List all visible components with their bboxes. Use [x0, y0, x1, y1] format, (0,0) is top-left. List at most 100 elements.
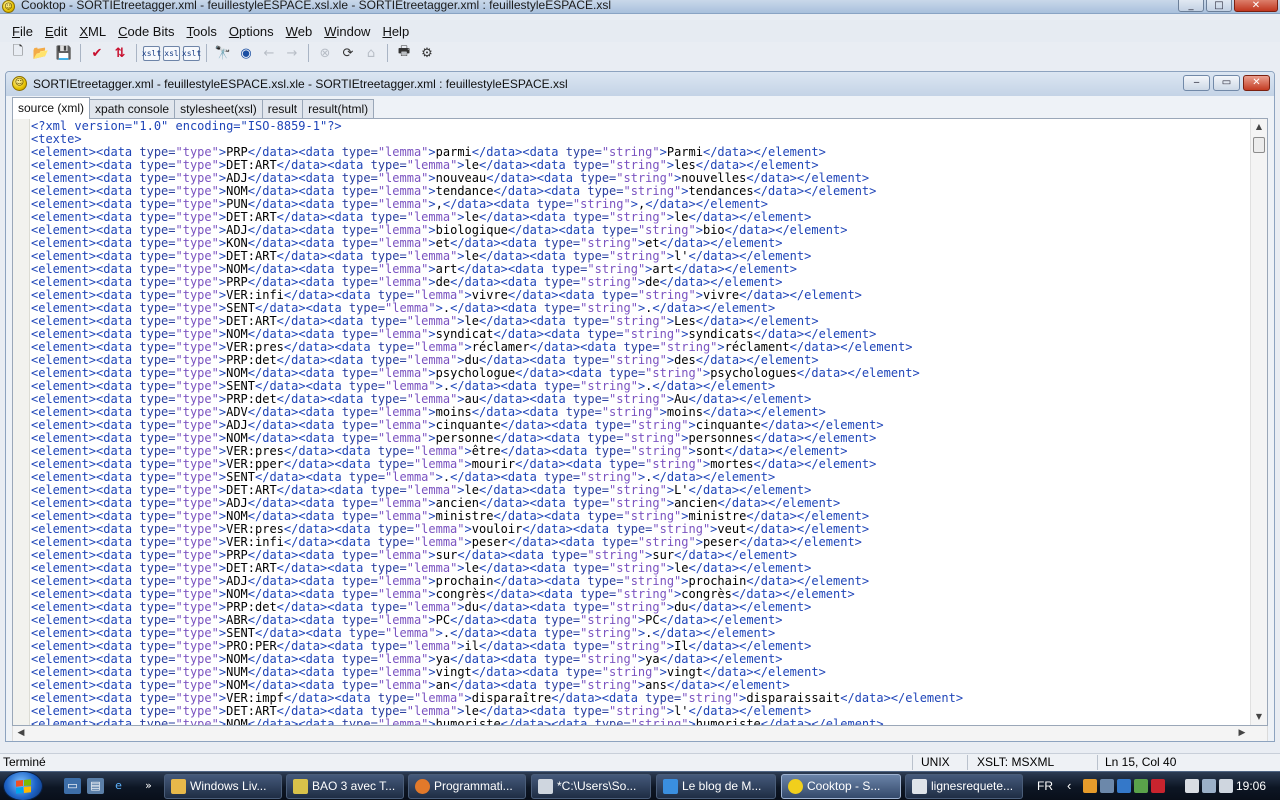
scroll-down-icon[interactable]: ▼: [1251, 709, 1267, 725]
xslt-run-icon[interactable]: xslt: [182, 45, 201, 61]
menu-options[interactable]: Options: [223, 24, 280, 39]
home-icon[interactable]: ⌂: [361, 43, 381, 63]
menu-window[interactable]: Window: [318, 24, 376, 39]
xml-token-value: SENT: [226, 470, 255, 484]
doc-close-button[interactable]: ✕: [1243, 75, 1270, 91]
xml-token-value: ADJ: [226, 223, 248, 237]
windows-live-icon: [171, 779, 186, 794]
xml-token-value: DET:ART: [226, 483, 277, 497]
tray-app-icon[interactable]: [1083, 779, 1097, 793]
menu-xml[interactable]: XML: [73, 24, 112, 39]
xslt-transform-icon[interactable]: xslt: [142, 45, 161, 61]
vertical-scrollbar[interactable]: ▲ ▼: [1250, 119, 1267, 725]
xml-token-value: PUN: [226, 197, 248, 211]
window-controls: _ □ ✕: [1178, 0, 1278, 12]
doc-maximize-button[interactable]: ▭: [1213, 75, 1240, 91]
doc-minimize-button[interactable]: ‒: [1183, 75, 1210, 91]
xml-token-value: PRP: [226, 548, 248, 562]
xml-token-value: NUM: [226, 665, 248, 679]
taskbar-item[interactable]: lignesrequete...: [905, 774, 1023, 799]
xsl-stylesheet-icon[interactable]: xsl: [163, 45, 180, 61]
scroll-left-icon[interactable]: ◀: [13, 726, 29, 741]
browse-icon[interactable]: ◉: [236, 43, 256, 63]
language-indicator[interactable]: FR: [1037, 779, 1053, 793]
menu-file[interactable]: File: [6, 24, 39, 39]
stop-icon[interactable]: ⊗: [315, 43, 335, 63]
show-desktop-icon[interactable]: ▭: [64, 778, 81, 794]
xml-token-value: le: [464, 210, 479, 224]
xml-token-value: sont: [695, 444, 725, 458]
back-arrow-icon[interactable]: ←: [259, 43, 279, 63]
xml-editor[interactable]: <?xml version="1.0" encoding="ISO-8859-1…: [12, 118, 1268, 726]
xml-token-value: l': [674, 249, 689, 263]
save-icon[interactable]: 💾: [54, 43, 74, 63]
minimize-button[interactable]: _: [1178, 0, 1204, 12]
maximize-button[interactable]: □: [1206, 0, 1232, 12]
xml-token-value: l': [674, 704, 689, 718]
properties-icon[interactable]: ⚙: [417, 43, 437, 63]
xml-token-value: NOM: [226, 184, 248, 198]
xml-token-value: mourir: [471, 457, 516, 471]
taskbar-item[interactable]: Le blog de M...: [656, 774, 776, 799]
xml-token-value: DET:ART: [226, 561, 277, 575]
taskbar-item[interactable]: Windows Liv...: [164, 774, 282, 799]
scroll-right-icon[interactable]: ▶: [1234, 726, 1250, 741]
start-button[interactable]: [3, 771, 43, 800]
toolbar: 🗋 📂 💾 ✔ ⇅ xslt xsl xslt 🔭 ◉ ← → ⊗ ⟳ ⌂ 🖶 …: [4, 42, 1276, 64]
menu-help[interactable]: Help: [376, 24, 415, 39]
check-wellformed-icon[interactable]: ✔: [87, 43, 107, 63]
taskbar-item[interactable]: *C:\Users\So...: [531, 774, 651, 799]
tray-app-icon[interactable]: [1100, 779, 1114, 793]
scroll-thumb[interactable]: [1253, 137, 1265, 153]
xml-token-value: NOM: [226, 717, 248, 726]
tab-result[interactable]: result: [261, 99, 304, 119]
xml-token-value: ancien: [435, 496, 479, 510]
window-title: Cooktop - SORTIEtreetagger.xml - feuille…: [21, 0, 611, 12]
open-folder-icon[interactable]: 📂: [31, 43, 51, 63]
clock[interactable]: 19:06: [1236, 779, 1266, 793]
tab-xpath-console[interactable]: xpath console: [89, 99, 176, 119]
tab-stylesheet-xsl[interactable]: stylesheet(xsl): [174, 99, 263, 119]
volume-icon[interactable]: [1219, 779, 1233, 793]
tray-app-icon[interactable]: [1134, 779, 1148, 793]
taskbar-item[interactable]: BAO 3 avec T...: [286, 774, 404, 799]
horizontal-scrollbar[interactable]: ◀ ▶: [12, 726, 1268, 741]
code-area[interactable]: <?xml version="1.0" encoding="ISO-8859-1…: [31, 119, 1249, 726]
tray-expand-icon[interactable]: ‹: [1067, 778, 1071, 793]
xml-token-value: personne: [435, 431, 494, 445]
xml-token-value: peser: [702, 535, 740, 549]
quicklaunch-more-icon[interactable]: »: [140, 778, 157, 794]
taskbar-item[interactable]: Programmati...: [408, 774, 526, 799]
toolbar-separator: [136, 44, 137, 62]
xml-token-value: VER:pper: [226, 457, 284, 471]
xml-token-value: il: [464, 639, 479, 653]
battery-icon[interactable]: [1185, 779, 1199, 793]
menu-web[interactable]: Web: [280, 24, 319, 39]
tray-app-icon[interactable]: [1151, 779, 1165, 793]
tab-source-xml[interactable]: source (xml): [12, 97, 91, 119]
sort-icon[interactable]: ⇅: [110, 43, 130, 63]
menu-edit[interactable]: Edit: [39, 24, 73, 39]
scroll-up-icon[interactable]: ▲: [1251, 119, 1267, 135]
new-file-icon[interactable]: 🗋: [8, 43, 28, 63]
menu-code-bits[interactable]: Code Bits: [112, 24, 180, 39]
refresh-icon[interactable]: ⟳: [338, 43, 358, 63]
network-icon[interactable]: [1202, 779, 1216, 793]
xml-token-value: prochain: [435, 574, 494, 588]
close-button[interactable]: ✕: [1234, 0, 1278, 12]
internet-explorer-icon[interactable]: e: [110, 778, 127, 794]
print-icon[interactable]: 🖶: [394, 43, 414, 63]
xml-token-value: vivre: [702, 288, 740, 302]
tab-result-html[interactable]: result(html): [302, 99, 375, 119]
find-binoculars-icon[interactable]: 🔭: [213, 43, 233, 63]
toolbar-separator: [206, 44, 207, 62]
forward-arrow-icon[interactable]: →: [282, 43, 302, 63]
tray-app-icon[interactable]: [1117, 779, 1131, 793]
taskbar-item-active[interactable]: Cooktop - S...: [781, 774, 901, 799]
switch-windows-icon[interactable]: ▤: [87, 778, 104, 794]
xml-token-value: psychologue: [435, 366, 516, 380]
menu-tools[interactable]: Tools: [180, 24, 222, 39]
xml-token-value: ya: [645, 652, 660, 666]
xml-token-value: ABR: [226, 613, 248, 627]
xml-token-value: ya: [435, 652, 451, 666]
